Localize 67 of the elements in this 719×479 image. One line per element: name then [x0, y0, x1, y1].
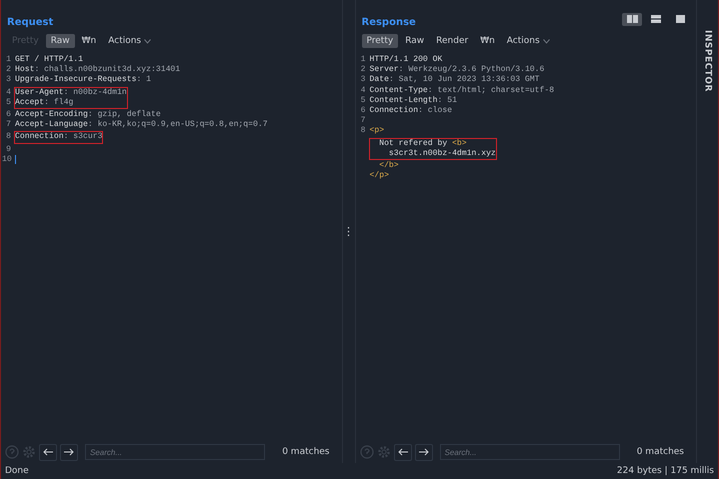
- view-tab[interactable]: ₩n: [76, 34, 102, 48]
- code-line: </p>: [370, 171, 389, 182]
- line-number: 4: [5, 88, 11, 98]
- line-number: 7: [5, 120, 11, 130]
- line-number: 6: [5, 110, 11, 120]
- line-number: 2: [5, 65, 11, 76]
- view-tab[interactable]: Raw: [46, 34, 75, 48]
- code-line: <p>: [370, 126, 384, 136]
- next-button[interactable]: [60, 444, 78, 460]
- previous-button[interactable]: [39, 444, 57, 460]
- right-arrow-icon: [418, 448, 428, 456]
- code-line: Server: Werkzeug/2.3.6 Python/3.10.6: [370, 65, 544, 76]
- panel-title: Request: [7, 16, 54, 28]
- inspector-tab[interactable]: INSPECTOR: [702, 30, 712, 92]
- line-number: 3: [5, 75, 11, 86]
- view-tab[interactable]: Actions: [502, 34, 555, 48]
- line-number: 1: [360, 55, 366, 66]
- line-number: 8: [5, 132, 11, 143]
- match-count: 0 matches: [281, 447, 330, 457]
- view-tab[interactable]: Render: [431, 34, 474, 48]
- code-line: Host: challs.n00bzunit3d.xyz:31401: [15, 65, 180, 75]
- layout-button[interactable]: [622, 12, 642, 26]
- panel-title: Response: [362, 16, 416, 28]
- line-number: 2: [360, 65, 366, 76]
- right-arrow-icon: [64, 448, 74, 456]
- code-line: Upgrade-Insecure-Requests: 1: [15, 75, 152, 86]
- line-number: 8: [360, 126, 366, 137]
- view-tab[interactable]: Pretty: [362, 34, 398, 48]
- line-number: 4: [360, 86, 366, 96]
- code-line: GET / HTTP/1.1: [15, 55, 83, 65]
- code-line: </b>: [378, 160, 399, 171]
- code-line: Content-Type: text/html; charset=utf-8: [370, 86, 554, 96]
- code-line: Accept-Encoding: gzip, deflate: [15, 110, 161, 120]
- code-line: Not refered by <b>: [378, 138, 467, 149]
- line-number: 5: [360, 96, 366, 106]
- response-stats: 224 bytes | 175 millis: [616, 466, 714, 476]
- view-tab[interactable]: ₩n: [475, 34, 500, 48]
- view-tab[interactable]: Actions: [103, 34, 156, 48]
- code-line: s3cr3t.n00bz-4dm1n.xyz: [388, 148, 496, 159]
- code-line: User-Agent: n00bz-4dm1n: [15, 88, 127, 98]
- line-number: 3: [360, 75, 366, 86]
- left-arrow-icon: [398, 448, 408, 456]
- stacked-view-icon: [651, 15, 661, 23]
- splitter-handle[interactable]: ⋮: [343, 225, 354, 238]
- next-button[interactable]: [414, 444, 432, 460]
- line-number: 7: [360, 116, 366, 126]
- code-line: HTTP/1.1 200 OK: [370, 55, 442, 65]
- split-view-icon: [626, 15, 638, 23]
- search-field[interactable]: Search...: [85, 444, 266, 460]
- view-tab[interactable]: Raw: [400, 34, 430, 48]
- status-text: Done: [5, 466, 29, 476]
- code-line: Content-Length: 51: [370, 96, 457, 106]
- code-line: Accept-Language: ko-KR,ko;q=0.9,en-US;q=0.8,en;q=0.7: [15, 120, 268, 130]
- line-number: 9: [5, 144, 11, 155]
- line-number: 6: [360, 106, 366, 116]
- match-count: 0 matches: [636, 447, 685, 457]
- line-number: 10: [2, 154, 11, 165]
- code-line: Date: Sat, 10 Jun 2023 13:36:03 GMT: [370, 75, 540, 86]
- line-number: 1: [5, 55, 11, 66]
- code-line: Connection: s3cur3: [15, 132, 102, 142]
- single-view-icon: [676, 15, 684, 23]
- code-line: Accept: fl4g: [15, 98, 74, 108]
- code-line: Connection: close: [370, 106, 452, 116]
- search-field[interactable]: Search...: [440, 444, 620, 460]
- previous-button[interactable]: [394, 444, 412, 460]
- line-number: 5: [5, 98, 11, 108]
- left-arrow-icon: [43, 448, 53, 456]
